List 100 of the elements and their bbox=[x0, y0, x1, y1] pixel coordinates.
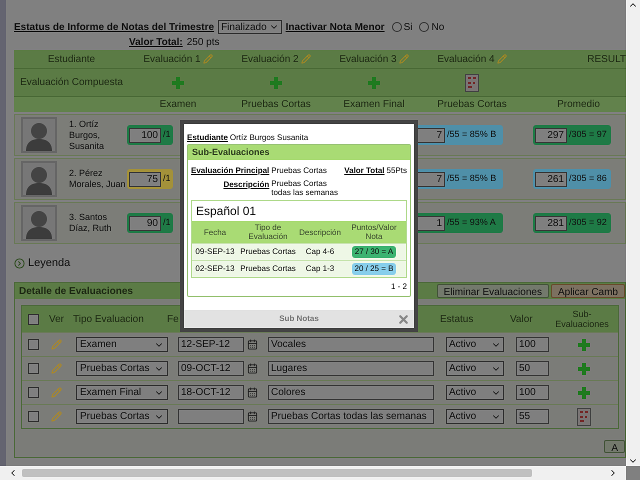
table-cell-text: Pruebas Cortas bbox=[239, 263, 297, 275]
score-input[interactable]: 297 bbox=[535, 128, 567, 142]
type-label: Examen Final bbox=[343, 98, 405, 112]
pencil-icon[interactable] bbox=[300, 54, 311, 64]
value-field[interactable]: 55 bbox=[516, 409, 549, 424]
score-input[interactable]: 261 bbox=[535, 172, 567, 186]
footer-title: Sub Notas bbox=[279, 313, 319, 325]
score-input[interactable]: 75 bbox=[129, 172, 161, 186]
vertical-scrollbar[interactable] bbox=[626, 0, 640, 466]
radio-label: Si bbox=[404, 20, 412, 34]
status-select[interactable]: Activo bbox=[446, 409, 504, 424]
column-header: Estudiante bbox=[48, 52, 96, 66]
grade-sheet-icon[interactable] bbox=[577, 408, 591, 426]
score-input[interactable]: 281 bbox=[535, 216, 567, 230]
radio-label: No bbox=[431, 20, 444, 34]
score-total: /55 = 93% A bbox=[447, 216, 496, 230]
checkbox[interactable] bbox=[28, 411, 39, 422]
description-field[interactable]: Vocales bbox=[268, 337, 434, 352]
expand-icon[interactable] bbox=[14, 258, 25, 268]
checkbox[interactable] bbox=[28, 339, 39, 350]
apply-button[interactable]: A bbox=[604, 440, 625, 453]
student-name: 1. Ortíz Burgos, Susanita bbox=[69, 118, 106, 152]
student-name: 2. Pérez Morales, Juan bbox=[69, 168, 127, 190]
type-label: Promedio bbox=[557, 98, 600, 112]
date-field[interactable]: 18-OCT-12 bbox=[178, 385, 244, 400]
calendar-icon[interactable] bbox=[247, 387, 258, 398]
table-cell-text: 02-SEP-13 bbox=[194, 263, 236, 275]
column-header: Tipo de Evaluación bbox=[247, 223, 289, 241]
pencil-icon[interactable] bbox=[496, 54, 507, 64]
type-select[interactable]: Pruebas Cortas bbox=[76, 361, 168, 376]
score-total: /55 = 85% B bbox=[447, 172, 496, 186]
panel-title: Sub-Evaluaciones bbox=[192, 146, 270, 159]
pencil-icon[interactable] bbox=[398, 54, 409, 64]
score-input[interactable]: 90 bbox=[129, 216, 161, 230]
column-header: Evaluación 2 bbox=[241, 52, 299, 66]
avatar-silhouette bbox=[21, 161, 57, 197]
score-total: /1 bbox=[163, 216, 171, 230]
horizontal-scrollbar[interactable] bbox=[0, 466, 626, 480]
column-header: Sub-Evaluaciones bbox=[554, 309, 610, 329]
date-field[interactable]: 09-OCT-12 bbox=[178, 361, 244, 376]
pencil-icon[interactable] bbox=[202, 54, 213, 64]
calendar-icon[interactable] bbox=[247, 339, 258, 350]
main-eval-label: Evaluación Principal bbox=[191, 165, 270, 177]
inactivate-label: Inactivar Nota Menor bbox=[286, 20, 385, 34]
score-badge: 20 / 25 = B bbox=[352, 263, 396, 275]
score-total: /305 = 92 bbox=[569, 216, 607, 230]
score-badge: 27 / 30 = A bbox=[352, 246, 396, 258]
checkbox[interactable] bbox=[28, 363, 39, 374]
table-cell-text: Pruebas Cortas bbox=[239, 246, 297, 258]
table-cell-text: Cap 4-6 bbox=[304, 246, 336, 258]
legend-link[interactable]: Leyenda bbox=[28, 254, 70, 272]
column-header: Evaluación 4 bbox=[437, 52, 495, 66]
total-label: Valor Total bbox=[344, 165, 385, 177]
status-label: Estatus de Informe de Notas del Trimestre bbox=[14, 20, 214, 34]
type-select[interactable]: Examen Final bbox=[76, 385, 168, 400]
description-field[interactable]: Pruebas Cortas todas las semanas bbox=[268, 409, 434, 424]
column-header: Descripción bbox=[298, 228, 342, 236]
type-label: Examen bbox=[160, 98, 196, 112]
radio-button[interactable] bbox=[419, 22, 430, 32]
column-header: RESULT bbox=[587, 52, 626, 66]
total-value: 55Pts bbox=[386, 165, 407, 177]
date-field[interactable]: 12-SEP-12 bbox=[178, 337, 244, 352]
column-header: Evaluación 1 bbox=[143, 52, 201, 66]
checkbox[interactable] bbox=[28, 314, 39, 324]
total-label: Valor Total: bbox=[129, 36, 183, 50]
radio-button[interactable] bbox=[392, 22, 402, 32]
type-select[interactable]: Pruebas Cortas bbox=[76, 409, 168, 424]
score-total: /1 bbox=[163, 128, 171, 142]
column-header: Fe bbox=[167, 312, 179, 326]
status-select[interactable]: Activo bbox=[446, 385, 504, 400]
value-field[interactable]: 50 bbox=[516, 361, 549, 376]
type-select[interactable]: Examen bbox=[76, 337, 168, 352]
score-input[interactable]: 100 bbox=[129, 128, 161, 142]
calendar-icon[interactable] bbox=[247, 411, 258, 422]
student-label: Estudiante bbox=[187, 132, 228, 144]
description-field[interactable]: Lugares bbox=[268, 361, 434, 376]
close-icon[interactable] bbox=[397, 312, 410, 326]
column-header: Ver bbox=[49, 312, 66, 326]
checkbox[interactable] bbox=[28, 387, 39, 398]
calendar-icon[interactable] bbox=[247, 363, 258, 374]
value-field[interactable]: 100 bbox=[516, 385, 549, 400]
column-header: Fecha bbox=[202, 228, 228, 236]
score-total: /305 = 86 bbox=[569, 172, 607, 186]
date-field[interactable] bbox=[178, 409, 244, 424]
column-header: Evaluación 3 bbox=[339, 52, 397, 66]
column-header: Valor bbox=[510, 312, 534, 326]
status-select[interactable]: Activo bbox=[446, 361, 504, 376]
status-select[interactable]: Activo bbox=[446, 337, 504, 352]
details-title: Detalle de Evaluaciones bbox=[19, 284, 133, 298]
avatar-silhouette bbox=[21, 205, 57, 241]
description-label: Descripción bbox=[223, 179, 270, 191]
delete-button[interactable]: Eliminar Evaluaciones bbox=[436, 284, 549, 298]
table-cell-text: Cap 1-3 bbox=[304, 263, 336, 275]
avatar-silhouette bbox=[21, 117, 57, 153]
description-field[interactable]: Colores bbox=[268, 385, 434, 400]
apply-button[interactable]: Aplicar Camb bbox=[550, 284, 625, 298]
grade-sheet-icon[interactable] bbox=[465, 74, 479, 92]
table-cell-text: 09-SEP-13 bbox=[194, 246, 236, 258]
status-select[interactable]: Finalizado bbox=[218, 20, 282, 34]
value-field[interactable]: 100 bbox=[516, 337, 549, 352]
